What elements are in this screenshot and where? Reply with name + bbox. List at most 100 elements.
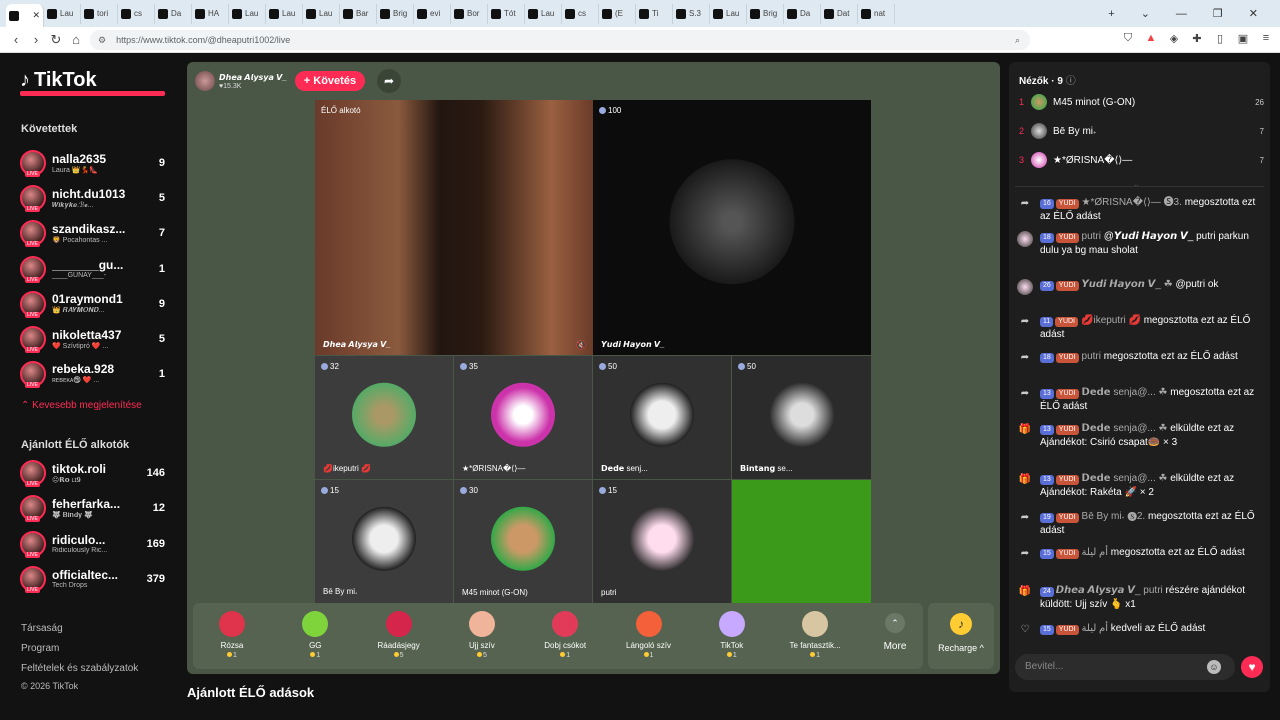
host-name[interactable]: 𝘿𝙝𝙚𝙖 𝘼𝙡𝙮𝙨𝙮𝙖 𝙑_ [219,73,287,83]
recharge-button[interactable]: ♪ Recharge ^ [928,603,994,669]
message-username[interactable]: 𝗗𝗲𝗱𝗲 senja@... ☘ [1082,423,1168,434]
message-username[interactable]: 𝗗𝗲𝗱𝗲 senja@... ☘ [1082,473,1168,484]
browser-tab[interactable]: ✕ [6,3,44,27]
message-username[interactable]: putri [1082,351,1101,362]
guest-cell[interactable]: 50 𝗗𝗲𝗱𝗲 senj... [593,356,731,479]
guest-cell[interactable]: 35 ★*ØRISNA�⟨⟩— [454,356,592,479]
sidebar-account[interactable]: LIVE nicht.du1013 𝑾𝒊𝒌𝒚𝒌𝒆.ℬ𝓮... 5 [20,181,165,215]
gift-item[interactable]: Lángoló szív 1 [614,611,684,659]
extension-icon[interactable]: ◈ [1168,32,1180,45]
browser-tab[interactable]: nat [858,3,895,24]
host-avatar[interactable] [195,71,215,91]
guest-cell[interactable]: ÉLŐ alkotó 𝘿𝙝𝙚𝙖 𝘼𝙡𝙮𝙨𝙮𝙖 𝙑_ 🔇 [315,100,593,355]
sidebar-account[interactable]: LIVE nikoletta437 ❤️ Szívtipró ❤️ ... 5 [20,322,165,356]
guest-cell[interactable]: 15 putri [593,480,731,603]
gift-item[interactable]: Te fantasztik... 1 [780,611,850,659]
tab-list-icon[interactable]: ⌄ [1141,7,1150,20]
guest-cell[interactable]: 100 𝙔𝙪𝙙𝙞 𝙃𝙖𝙮𝙤𝙣 𝙑_ [593,100,871,355]
footer-link-terms[interactable]: Feltételek és szabályzatok [21,663,138,674]
site-info-icon[interactable]: ⚙ [98,35,106,46]
browser-tab[interactable]: Da [784,3,821,24]
browser-tab[interactable]: tori [81,3,118,24]
message-username[interactable]: Bē By mi𝆹 🅢2. [1082,511,1146,522]
browser-tab[interactable]: Brig [377,3,414,24]
guest-cell[interactable]: 15 Bē By mi𝆹 [315,480,453,603]
browser-tab[interactable]: Lau [525,3,562,24]
show-less-link[interactable]: ⌃ Kevesebb megjelenítése [21,400,142,411]
tiktok-logo[interactable]: ♪ TikTok [20,69,97,92]
gift-item[interactable]: GG 1 [280,611,350,659]
sidebar-account[interactable]: LIVE szandikasz... 🦁 Pocahontas ... 7 [20,216,165,250]
guest-cell[interactable]: 50 𝗕𝗶𝗻𝘁𝗮𝗻𝗴 se... [732,356,871,479]
menu-icon[interactable]: ≡ [1260,32,1272,45]
browser-tab[interactable]: S.3 [673,3,710,24]
browser-tab[interactable]: Da [155,3,192,24]
wallet-icon[interactable]: ▣ [1237,32,1249,45]
more-gifts-button[interactable]: ⌃ More [875,613,915,652]
warning-icon[interactable]: ▲ [1145,32,1157,45]
restore-icon[interactable]: ❐ [1213,7,1223,20]
browser-tab[interactable]: Lau [710,3,747,24]
browser-tab[interactable]: Dat [821,3,858,24]
info-icon[interactable]: ⓘ [1066,76,1076,87]
sidebar-account[interactable]: LIVE ridiculo... Ridiculously Ric... 169 [20,527,165,561]
sidebar-account[interactable]: LIVE 01raymond1 👑 𝑹𝑨𝒀𝑴𝑶𝑵𝑫... 9 [20,287,165,321]
close-window-icon[interactable]: ✕ [1249,7,1258,20]
browser-tab[interactable]: Brig [747,3,784,24]
browser-tab[interactable]: (E [599,3,636,24]
browser-tab[interactable]: cs [118,3,155,24]
browser-tab[interactable]: Tót [488,3,525,24]
gift-item[interactable]: Rózsa 1 [197,611,267,659]
browser-tab[interactable]: Bor [451,3,488,24]
collapse-chevron-icon[interactable]: ⌄ [1133,180,1140,189]
footer-link-program[interactable]: Program [21,643,59,654]
viewer-row[interactable]: 2 Bē By mi𝆹 7 [1019,121,1264,141]
new-tab-icon[interactable]: + [1108,8,1114,20]
browser-tab[interactable]: Lau [44,3,81,24]
sidebar-account[interactable]: LIVE _______gu... ____GUNAY___- 1 [20,252,165,286]
home-icon[interactable]: ⌂ [66,32,86,47]
tab-close-icon[interactable]: ✕ [32,10,40,21]
share-icon[interactable]: ➦ [377,69,402,93]
footer-link-company[interactable]: Társaság [21,623,63,634]
browser-tab[interactable]: cs [562,3,599,24]
sidebar-account[interactable]: LIVE feherfarka... 🐺 𝐁𝐢𝐧𝐝𝐲 🐺 12 [20,491,165,525]
message-username[interactable]: 𝙔𝙪𝙙𝙞 𝙃𝙖𝙮𝙤𝙣 𝙑_ ☘ [1082,279,1173,290]
like-heart-button[interactable]: ♥ [1241,656,1263,678]
browser-tab[interactable]: Bar [340,3,377,24]
back-icon[interactable]: ‹ [6,32,26,47]
browser-tab[interactable]: HA [192,3,229,24]
sidebar-account[interactable]: LIVE tiktok.roli 😐𝗥𝗼 ʟɪ𝟗 146 [20,456,165,490]
message-username[interactable]: أم ليلة [1082,623,1108,634]
shield-icon[interactable]: ⛉ [1122,32,1134,45]
chat-input[interactable]: Bevitel... [1015,654,1235,680]
viewer-row[interactable]: 3 ★*ØRISNA�⟨⟩— 7 [1019,150,1264,170]
sidebar-icon[interactable]: ▯ [1214,32,1226,45]
zoom-icon[interactable]: ⌕ [1015,35,1020,46]
gift-item[interactable]: Ráadásjegy 5 [364,611,434,659]
reload-icon[interactable]: ↻ [46,32,66,48]
emoji-icon[interactable]: ☺ [1207,660,1221,674]
sidebar-account[interactable]: LIVE nalla2635 Laura 👑💃👠 9 [20,146,165,180]
viewer-row[interactable]: 1 M45 minot (G-ON) 26 [1019,92,1264,112]
follow-button[interactable]: + Követés [294,71,366,91]
forward-icon[interactable]: › [26,32,46,47]
browser-tab[interactable]: Lau [303,3,340,24]
guest-cell[interactable]: 30 M45 minot (G-ON) [454,480,592,603]
message-username[interactable]: 💋ikeputri 💋 [1081,315,1141,326]
browser-tab[interactable]: Lau [266,3,303,24]
guest-cell[interactable] [732,480,871,603]
browser-tab[interactable]: Ti [636,3,673,24]
guest-cell[interactable]: 32 💋ikeputri 💋 [315,356,453,479]
puzzle-icon[interactable]: ✚ [1191,32,1203,45]
gift-item[interactable]: Dobj csókot 1 [530,611,600,659]
browser-tab[interactable]: evi [414,3,451,24]
message-username[interactable]: 𝘿𝙝𝙚𝙖 𝘼𝙡𝙮𝙨𝙮𝙖 𝙑_ putri [1056,585,1163,596]
gift-item[interactable]: TikTok 1 [697,611,767,659]
message-username[interactable]: putri [1082,231,1101,242]
minimize-icon[interactable]: — [1176,8,1187,20]
sidebar-account[interactable]: LIVE rebeka.928 ʀᴇʙᴇᴋᴀ🕲 ❤️ ... 1 [20,357,165,391]
url-input[interactable]: ⚙ https://www.tiktok.com/@dheaputri1002/… [90,30,1030,50]
gift-item[interactable]: Ujj szív 5 [447,611,517,659]
message-username[interactable]: أم ليلة [1082,547,1108,558]
